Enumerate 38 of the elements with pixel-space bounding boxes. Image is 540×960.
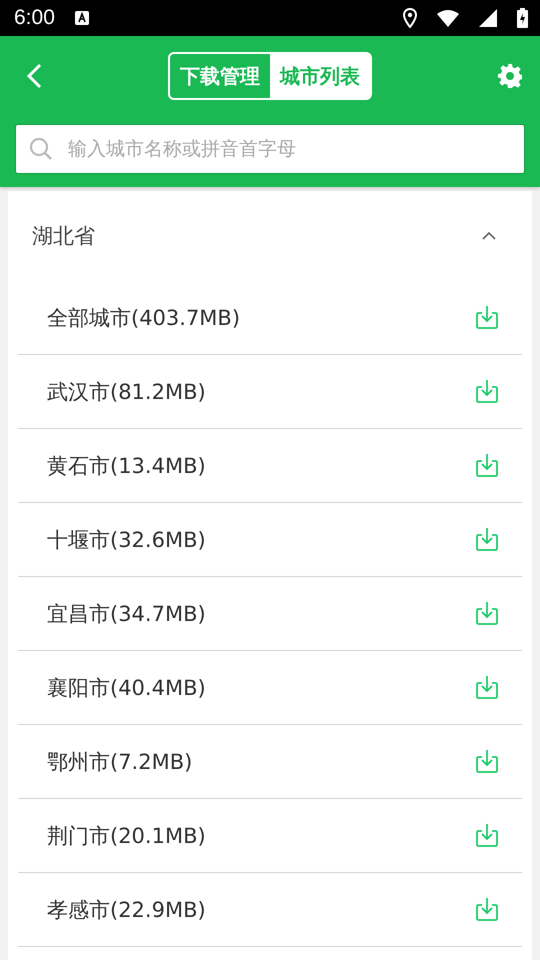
download-icon[interactable] <box>476 379 498 404</box>
city-row[interactable]: 黄石市(13.4MB) <box>18 429 522 503</box>
city-row[interactable]: 襄阳市(40.4MB) <box>18 651 522 725</box>
battery-icon <box>517 8 528 28</box>
city-row[interactable]: 武汉市(81.2MB) <box>18 355 522 429</box>
province-header[interactable]: 湖北省 <box>18 191 522 281</box>
signal-icon <box>479 9 497 27</box>
city-name: 武汉市(81.2MB) <box>47 378 206 406</box>
city-name: 宜昌市(34.7MB) <box>47 600 206 628</box>
download-icon[interactable] <box>476 749 498 774</box>
clock: 6:00 <box>14 6 55 30</box>
search-field[interactable]: 输入城市名称或拼音首字母 <box>15 124 525 174</box>
city-row[interactable]: 十堰市(32.6MB) <box>18 503 522 577</box>
city-name: 孝感市(22.9MB) <box>47 896 206 924</box>
download-icon[interactable] <box>476 453 498 478</box>
download-icon[interactable] <box>476 675 498 700</box>
city-name: 荆门市(20.1MB) <box>47 822 206 850</box>
city-name: 襄阳市(40.4MB) <box>47 674 206 702</box>
download-icon[interactable] <box>476 601 498 626</box>
download-icon[interactable] <box>476 305 498 330</box>
download-icon[interactable] <box>476 527 498 552</box>
download-icon[interactable] <box>476 823 498 848</box>
back-icon[interactable] <box>26 63 42 89</box>
download-icon[interactable] <box>476 897 498 922</box>
city-row[interactable]: 鄂州市(7.2MB) <box>18 725 522 799</box>
city-name: 鄂州市(7.2MB) <box>47 748 192 776</box>
wifi-icon <box>437 10 459 26</box>
settings-icon[interactable] <box>498 64 522 88</box>
city-name: 黄石市(13.4MB) <box>47 452 206 480</box>
city-row[interactable]: 荆门市(20.1MB) <box>18 799 522 873</box>
keyboard-icon <box>74 11 89 25</box>
city-row[interactable]: 全部城市(403.7MB) <box>18 281 522 355</box>
city-name: 全部城市(403.7MB) <box>47 304 240 332</box>
city-name: 十堰市(32.6MB) <box>47 526 206 554</box>
province-name: 湖北省 <box>32 223 95 250</box>
location-icon <box>403 8 417 28</box>
city-row[interactable]: 孝感市(22.9MB) <box>18 873 522 947</box>
city-row[interactable]: 宜昌市(34.7MB) <box>18 577 522 651</box>
